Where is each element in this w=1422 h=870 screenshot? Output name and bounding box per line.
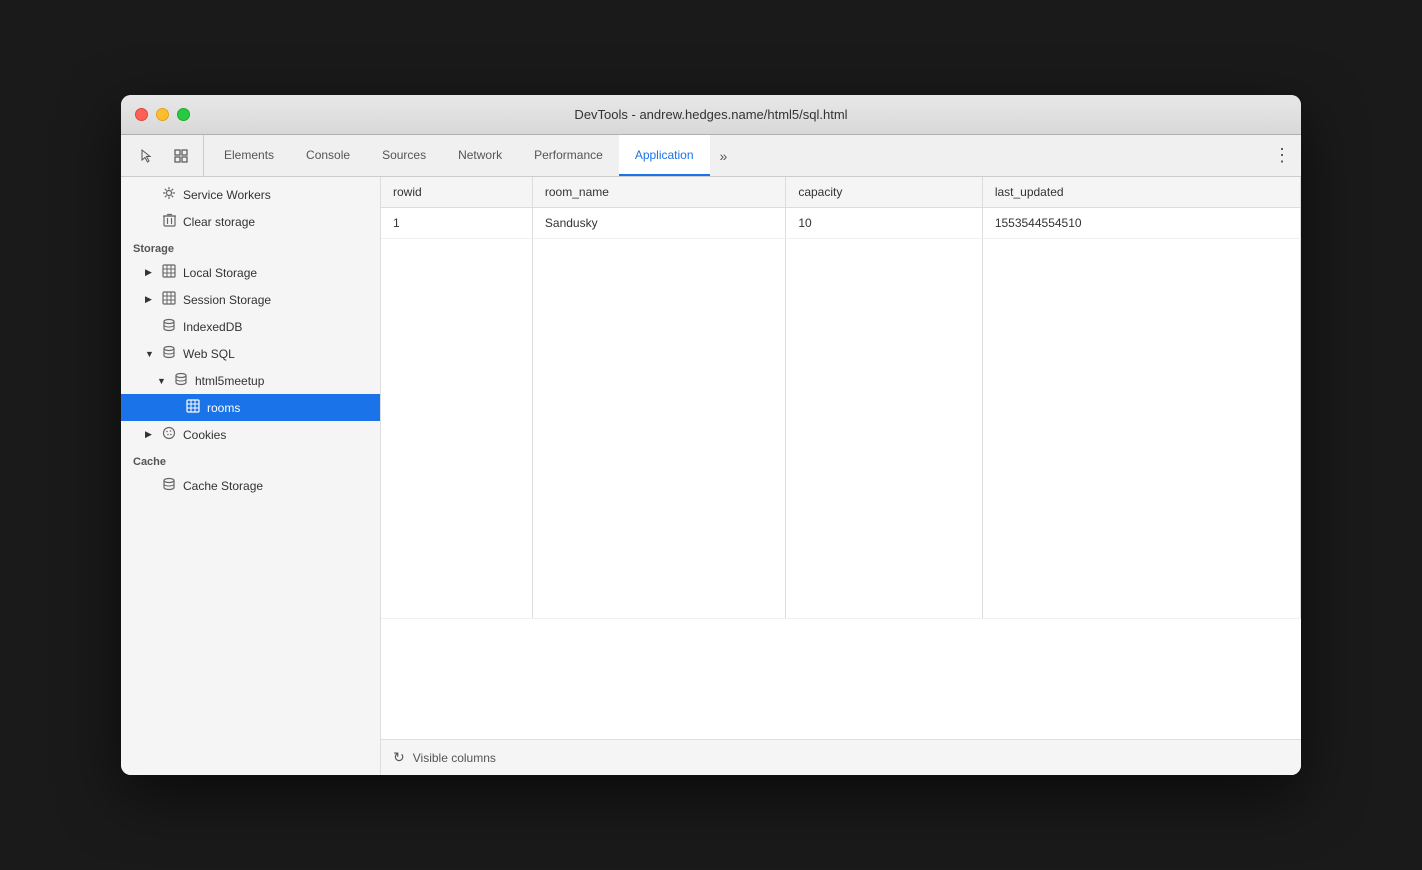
gear-icon <box>161 186 177 203</box>
col-room-name: room_name <box>532 177 785 208</box>
tab-console[interactable]: Console <box>290 135 366 176</box>
cell-room-name: Sandusky <box>532 208 785 239</box>
sidebar-item-html5meetup[interactable]: ▼ html5meetup <box>121 367 380 394</box>
refresh-button[interactable]: ↻ <box>393 749 405 766</box>
chevron-right-icon: ▶ <box>145 294 155 305</box>
cell-last-updated: 1553544554510 <box>982 208 1300 239</box>
db-icon <box>161 345 177 362</box>
cookies-label: Cookies <box>183 428 226 442</box>
html5meetup-label: html5meetup <box>195 374 264 388</box>
cache-storage-label: Cache Storage <box>183 479 263 493</box>
chevron-right-icon: ▶ <box>145 429 155 440</box>
tabbar-icons <box>125 135 204 176</box>
sidebar-item-session-storage[interactable]: ▶ Session Storage <box>121 286 380 313</box>
tab-sources[interactable]: Sources <box>366 135 442 176</box>
col-capacity: capacity <box>786 177 983 208</box>
col-last-updated: last_updated <box>982 177 1300 208</box>
storage-section-label: Storage <box>121 235 380 259</box>
websql-label: Web SQL <box>183 347 235 361</box>
table-icon <box>161 264 177 281</box>
close-button[interactable] <box>135 108 148 121</box>
sidebar-item-websql[interactable]: ▼ Web SQL <box>121 340 380 367</box>
sidebar-item-local-storage[interactable]: ▶ Local Storage <box>121 259 380 286</box>
sidebar-item-service-workers[interactable]: Service Workers <box>121 181 380 208</box>
col-rowid: rowid <box>381 177 532 208</box>
sidebar-item-indexeddb[interactable]: IndexedDB <box>121 313 380 340</box>
local-storage-label: Local Storage <box>183 266 257 280</box>
visible-columns-label: Visible columns <box>413 751 496 765</box>
indexeddb-label: IndexedDB <box>183 320 242 334</box>
tab-performance[interactable]: Performance <box>518 135 619 176</box>
db-icon <box>173 372 189 389</box>
sidebar: Service Workers Clear storage Storage <box>121 177 381 775</box>
cell-rowid: 1 <box>381 208 532 239</box>
cache-section-label: Cache <box>121 448 380 472</box>
rooms-label: rooms <box>207 401 240 415</box>
clear-storage-label: Clear storage <box>183 215 255 229</box>
tab-application[interactable]: Application <box>619 135 710 176</box>
main-content: Service Workers Clear storage Storage <box>121 177 1301 775</box>
devtools-window: DevTools - andrew.hedges.name/html5/sql.… <box>121 95 1301 775</box>
sidebar-item-clear-storage[interactable]: Clear storage <box>121 208 380 235</box>
traffic-lights <box>135 108 190 121</box>
table-footer: ↻ Visible columns <box>381 739 1301 775</box>
tab-network[interactable]: Network <box>442 135 518 176</box>
kebab-menu-button[interactable]: ⋮ <box>1263 135 1301 176</box>
tab-elements[interactable]: Elements <box>208 135 290 176</box>
minimize-button[interactable] <box>156 108 169 121</box>
titlebar: DevTools - andrew.hedges.name/html5/sql.… <box>121 95 1301 135</box>
chevron-right-icon: ▶ <box>145 267 155 278</box>
cursor-tool-button[interactable] <box>133 142 161 170</box>
empty-cell-3 <box>786 239 983 619</box>
empty-cell-2 <box>532 239 785 619</box>
table-icon <box>185 399 201 416</box>
session-storage-label: Session Storage <box>183 293 271 307</box>
db-icon <box>161 318 177 335</box>
empty-cell-4 <box>982 239 1300 619</box>
content-area: rowid room_name capacity last_updated 1 … <box>381 177 1301 775</box>
cookie-icon <box>161 426 177 443</box>
inspect-element-button[interactable] <box>167 142 195 170</box>
maximize-button[interactable] <box>177 108 190 121</box>
data-table: rowid room_name capacity last_updated 1 … <box>381 177 1301 619</box>
sidebar-item-rooms[interactable]: rooms <box>121 394 380 421</box>
more-tabs-button[interactable]: » <box>710 135 738 176</box>
empty-cell-1 <box>381 239 532 619</box>
table-row-empty <box>381 239 1301 619</box>
table-header-row: rowid room_name capacity last_updated <box>381 177 1301 208</box>
window-title: DevTools - andrew.hedges.name/html5/sql.… <box>574 107 847 122</box>
sidebar-item-cache-storage[interactable]: Cache Storage <box>121 472 380 499</box>
chevron-down-icon: ▼ <box>157 376 167 386</box>
table-row[interactable]: 1 Sandusky 10 1553544554510 <box>381 208 1301 239</box>
tabbar: Elements Console Sources Network Perform… <box>121 135 1301 177</box>
table-container: rowid room_name capacity last_updated 1 … <box>381 177 1301 739</box>
trash-icon <box>161 213 177 230</box>
cell-capacity: 10 <box>786 208 983 239</box>
service-workers-label: Service Workers <box>183 188 271 202</box>
chevron-down-icon: ▼ <box>145 349 155 359</box>
table-icon <box>161 291 177 308</box>
sidebar-item-cookies[interactable]: ▶ Cookies <box>121 421 380 448</box>
db-icon <box>161 477 177 494</box>
